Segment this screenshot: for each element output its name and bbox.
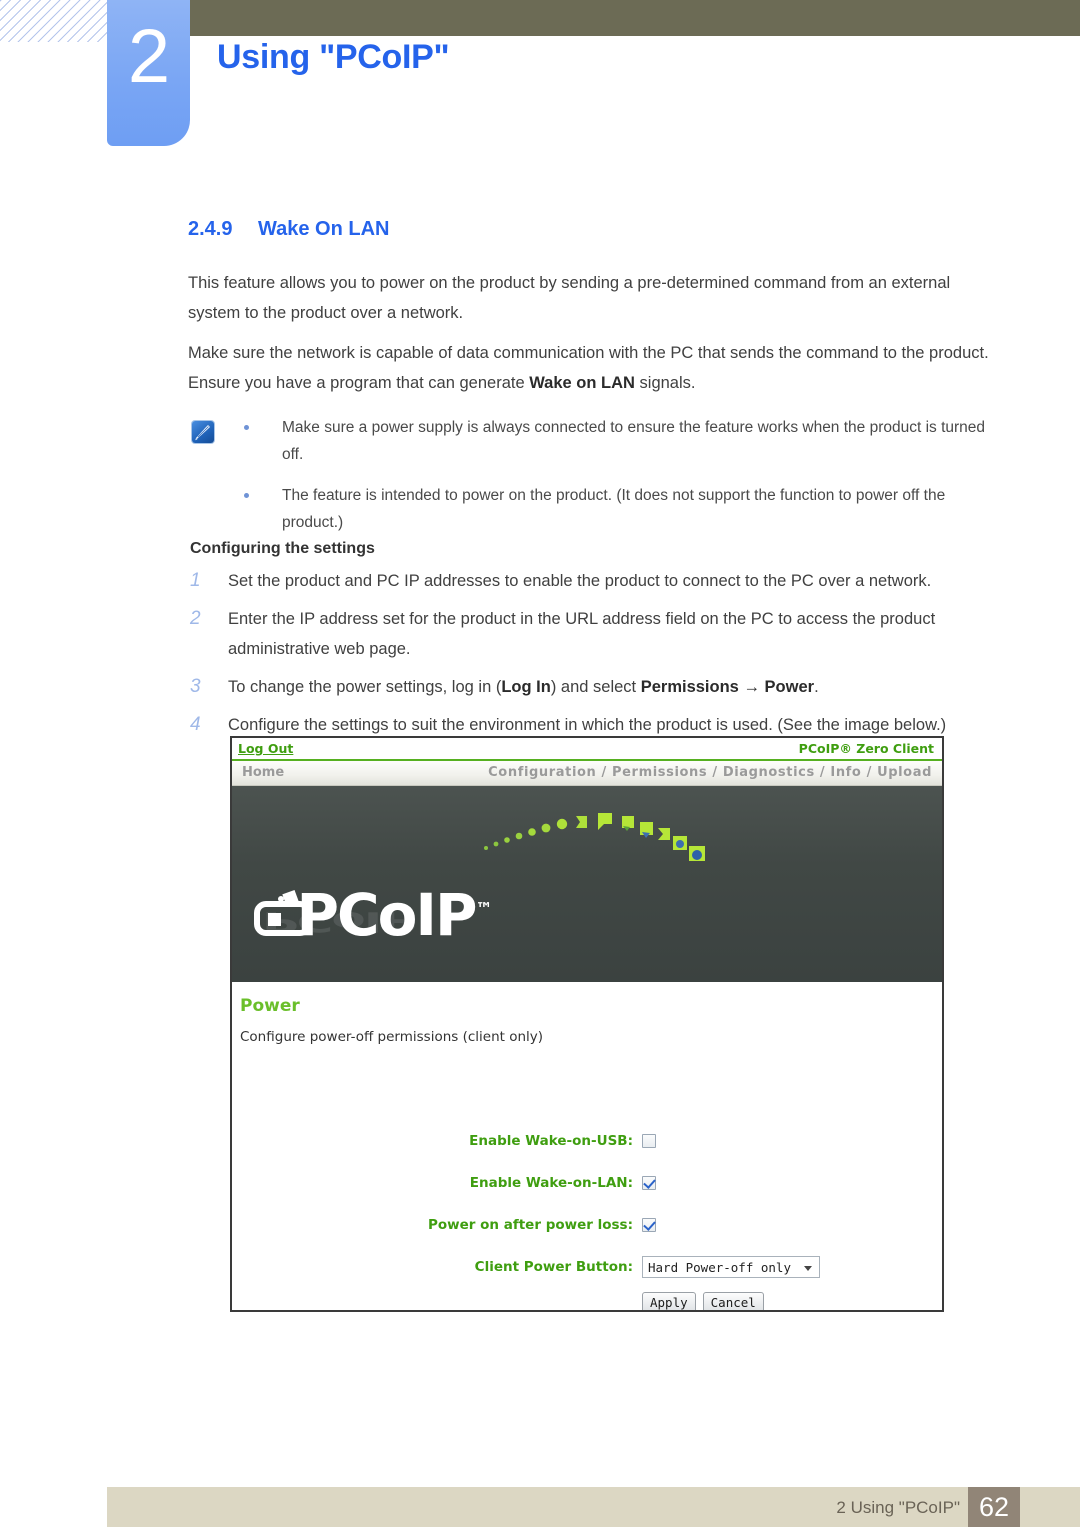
note-item-text: The feature is intended to power on the … [282,487,946,531]
list-item: The feature is intended to power on the … [240,482,1008,536]
trademark-icon: ™ [475,899,493,920]
embedded-screenshot: Log Out PCoIP® Zero Client Home Configur… [230,736,944,1312]
nav-links[interactable]: Configuration / Permissions / Diagnostic… [488,765,932,780]
client-power-button-label: Client Power Button: [474,1259,633,1275]
paragraph-2-bold: Wake on LAN [529,374,635,392]
step-item: 3 To change the power settings, log in (… [190,672,1002,702]
chevron-down-icon [804,1266,812,1271]
step-arrow-icon: → [743,678,760,696]
cancel-button[interactable]: Cancel [702,1292,764,1310]
enable-wake-on-usb-checkbox[interactable] [642,1134,656,1148]
power-on-after-power-loss-label: Power on after power loss: [428,1217,633,1233]
note-list: Make sure a power supply is always conne… [240,414,1008,550]
footer-chapter-label: 2 Using "PCoIP" [836,1498,960,1517]
form-row-wake-on-lan: Enable Wake-on-LAN: [232,1162,942,1204]
note-item-text: Make sure a power supply is always conne… [282,419,986,463]
pcoip-green-arc-icon [484,813,705,861]
section-number: 2.4.9 [188,218,233,240]
apply-button[interactable]: Apply [642,1292,696,1310]
step-text-after: . [814,678,819,696]
chapter-badge: 2 [107,0,190,146]
screenshot-power-panel: Power Configure power-off permissions (c… [232,982,942,1310]
step-text: Enter the IP address set for the product… [228,610,936,658]
product-brand-label: PCoIP® Zero Client [798,741,934,756]
step-item: 2 Enter the IP address set for the produ… [190,604,1002,664]
header-hatch-pattern [0,0,108,42]
step-text: Configure the settings to suit the envir… [228,716,947,734]
paragraph-2: Make sure the network is capable of data… [188,338,1000,398]
step-number: 4 [190,714,201,735]
step-number: 3 [190,676,201,697]
step-text-mid: ) and select [550,678,641,696]
step-number: 1 [190,570,201,591]
chapter-title: Using "PCoIP" [217,38,450,76]
panel-subtitle: Configure power-off permissions (client … [240,1029,544,1045]
chapter-number: 2 [127,14,170,99]
nav-home-link[interactable]: Home [242,765,284,780]
pcoip-logo-reflection: PCoIP [262,906,415,938]
step-text: Set the product and PC IP addresses to e… [228,572,932,590]
log-out-link[interactable]: Log Out [238,741,293,756]
step-bold-power: Power [764,678,815,696]
step-text-before: To change the power settings, log in ( [228,678,502,696]
screenshot-hero-banner: PPCoIP™ PCoIP [232,786,942,982]
step-number: 2 [190,608,201,629]
note-pen-icon [192,421,214,443]
section-heading: 2.4.9 Wake On LAN [188,218,390,241]
screenshot-topbar: Log Out PCoIP® Zero Client [232,738,942,761]
list-item: Make sure a power supply is always conne… [240,414,1008,468]
bullet-icon [244,425,249,430]
form-row-power-on-after-loss: Power on after power loss: [232,1204,942,1246]
steps-title: Configuring the settings [190,540,375,557]
paragraph-2-text-after: signals. [634,374,696,392]
client-power-button-select[interactable]: Hard Power-off only [642,1256,820,1278]
form-button-row: Apply Cancel [642,1292,764,1310]
section-title: Wake On LAN [258,218,390,240]
enable-wake-on-usb-label: Enable Wake-on-USB: [469,1133,633,1149]
footer-page-number: 62 [968,1487,1020,1527]
form-row-wake-on-usb: Enable Wake-on-USB: [232,1120,942,1162]
power-on-after-power-loss-checkbox[interactable] [642,1218,656,1232]
power-settings-form: Enable Wake-on-USB: Enable Wake-on-LAN: … [232,1120,942,1288]
form-row-client-power-button: Client Power Button: Hard Power-off only [232,1246,942,1288]
step-item: 1 Set the product and PC IP addresses to… [190,566,1002,596]
steps-list: 1 Set the product and PC IP addresses to… [190,566,1002,748]
panel-title: Power [240,996,300,1016]
enable-wake-on-lan-checkbox[interactable] [642,1176,656,1190]
step-bold-permissions: Permissions [640,678,739,696]
enable-wake-on-lan-label: Enable Wake-on-LAN: [469,1175,633,1191]
header-olive-bar [190,0,1080,36]
client-power-button-value: Hard Power-off only [648,1259,791,1275]
screenshot-navbar: Home Configuration / Permissions / Diagn… [232,761,942,786]
step-bold-login: Log In [501,678,551,696]
bullet-icon [244,493,249,498]
paragraph-1: This feature allows you to power on the … [188,274,951,322]
